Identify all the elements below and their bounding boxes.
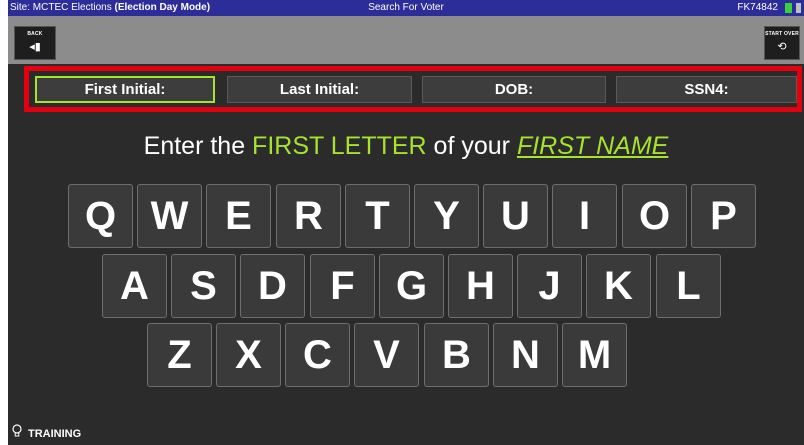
first-initial-field[interactable]: First Initial: [35, 76, 215, 103]
key-r[interactable]: R [276, 184, 341, 248]
key-q[interactable]: Q [68, 184, 133, 248]
key-s[interactable]: S [171, 254, 236, 318]
key-h[interactable]: H [448, 254, 513, 318]
key-i[interactable]: I [552, 184, 617, 248]
last-initial-field[interactable]: Last Initial: [227, 76, 412, 103]
key-b[interactable]: B [424, 323, 489, 387]
toolbar: BACK ◂▮ START OVER ⟲ [8, 16, 804, 64]
search-fields-bar: First Initial: Last Initial: DOB: SSN4: [24, 66, 802, 112]
key-l[interactable]: L [656, 254, 721, 318]
key-t[interactable]: T [345, 184, 410, 248]
start-over-label: START OVER [765, 31, 799, 37]
voter-search-screen: Site: MCTEC Elections (Election Day Mode… [8, 0, 804, 445]
key-y[interactable]: Y [414, 184, 479, 248]
key-k[interactable]: K [586, 254, 651, 318]
key-w[interactable]: W [137, 184, 202, 248]
start-over-icon: ⟲ [777, 41, 787, 53]
key-f[interactable]: F [310, 254, 375, 318]
key-g[interactable]: G [379, 254, 444, 318]
training-indicator: TRAINING [12, 424, 81, 441]
ssn4-field[interactable]: SSN4: [616, 76, 797, 103]
key-d[interactable]: D [240, 254, 305, 318]
back-label: BACK [27, 31, 43, 37]
lightbulb-icon [12, 424, 24, 441]
battery-icon [785, 3, 792, 13]
start-over-button[interactable]: START OVER ⟲ [764, 26, 800, 60]
back-button[interactable]: BACK ◂▮ [14, 26, 56, 60]
key-m[interactable]: M [562, 323, 627, 387]
key-x[interactable]: X [216, 323, 281, 387]
key-e[interactable]: E [206, 184, 271, 248]
prompt-text-1: Enter the [143, 132, 253, 160]
prompt-text-2: of your [426, 132, 517, 160]
key-p[interactable]: P [691, 184, 756, 248]
instruction-prompt: Enter the FIRST LETTER of your FIRST NAM… [8, 130, 804, 162]
key-z[interactable]: Z [147, 323, 212, 387]
key-n[interactable]: N [493, 323, 558, 387]
prompt-target: FIRST NAME [516, 132, 669, 160]
prompt-highlight: FIRST LETTER [252, 132, 427, 160]
signal-icon [796, 3, 801, 13]
key-o[interactable]: O [622, 184, 687, 248]
key-v[interactable]: V [354, 323, 419, 387]
key-j[interactable]: J [517, 254, 582, 318]
key-a[interactable]: A [102, 254, 167, 318]
device-id: FK74842 [737, 2, 778, 13]
screen-title: Search For Voter [368, 2, 444, 13]
title-bar: Site: MCTEC Elections (Election Day Mode… [8, 0, 804, 16]
training-label: TRAINING [28, 428, 82, 440]
dob-field[interactable]: DOB: [422, 76, 606, 103]
back-icon: ◂▮ [29, 41, 41, 53]
key-c[interactable]: C [285, 323, 350, 387]
key-u[interactable]: U [483, 184, 548, 248]
